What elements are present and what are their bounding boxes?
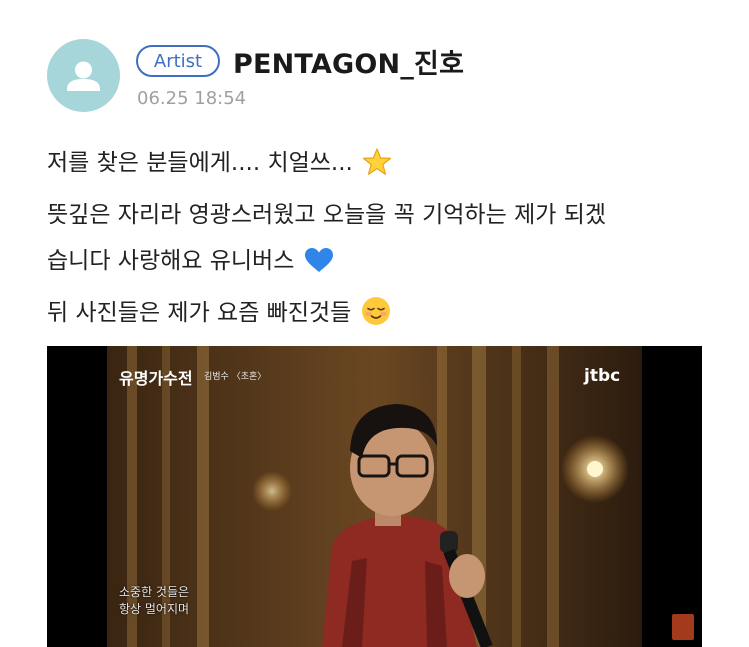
post-line: 뒤 사진들은 제가 요즘 빠진것들 (47, 290, 707, 342)
author-name[interactable]: PENTAGON_진호 (233, 42, 464, 81)
post-line: 저를 찾은 분들에게.... 치얼쓰... (47, 140, 707, 192)
default-user-icon (67, 61, 100, 91)
blue-heart-emoji (304, 244, 334, 290)
post-line-text: 습니다 사랑해요 유니버스 (47, 248, 295, 274)
post-line-text: 저를 찾은 분들에게.... 치얼쓰... (47, 150, 353, 176)
post-line: 습니다 사랑해요 유니버스 (47, 238, 707, 290)
post-line-text: 뜻깊은 자리라 영광스러웠고 오늘을 꼭 기억하는 제가 되겠 (47, 202, 607, 228)
avatar[interactable] (47, 39, 120, 112)
attached-photo[interactable]: 유명가수전 김범수 〈초혼〉 jtbc 소중한 것들은 항상 멀어지며 (47, 346, 702, 647)
broadcaster-logo: jtbc (584, 366, 621, 386)
artist-badge: Artist (136, 45, 220, 77)
smiling-face-emoji (361, 296, 391, 342)
post-line-text: 뒤 사진들은 제가 요즘 빠진것들 (47, 300, 352, 326)
show-title: 유명가수전 (119, 369, 193, 388)
post-line: 뜻깊은 자리라 영광스러웠고 오늘을 꼭 기억하는 제가 되겠 (47, 192, 707, 238)
post-body: 저를 찾은 분들에게.... 치얼쓰... 뜻깊은 자리라 영광스러웠고 오늘을… (47, 140, 707, 342)
video-subtitle: 항상 멀어지며 (119, 602, 190, 616)
star-emoji (362, 146, 392, 192)
song-caption: 김범수 〈초혼〉 (204, 372, 267, 382)
video-subtitle: 소중한 것들은 (119, 585, 190, 599)
post-timestamp: 06.25 18:54 (137, 88, 247, 109)
channel-corner-badge (672, 614, 694, 640)
